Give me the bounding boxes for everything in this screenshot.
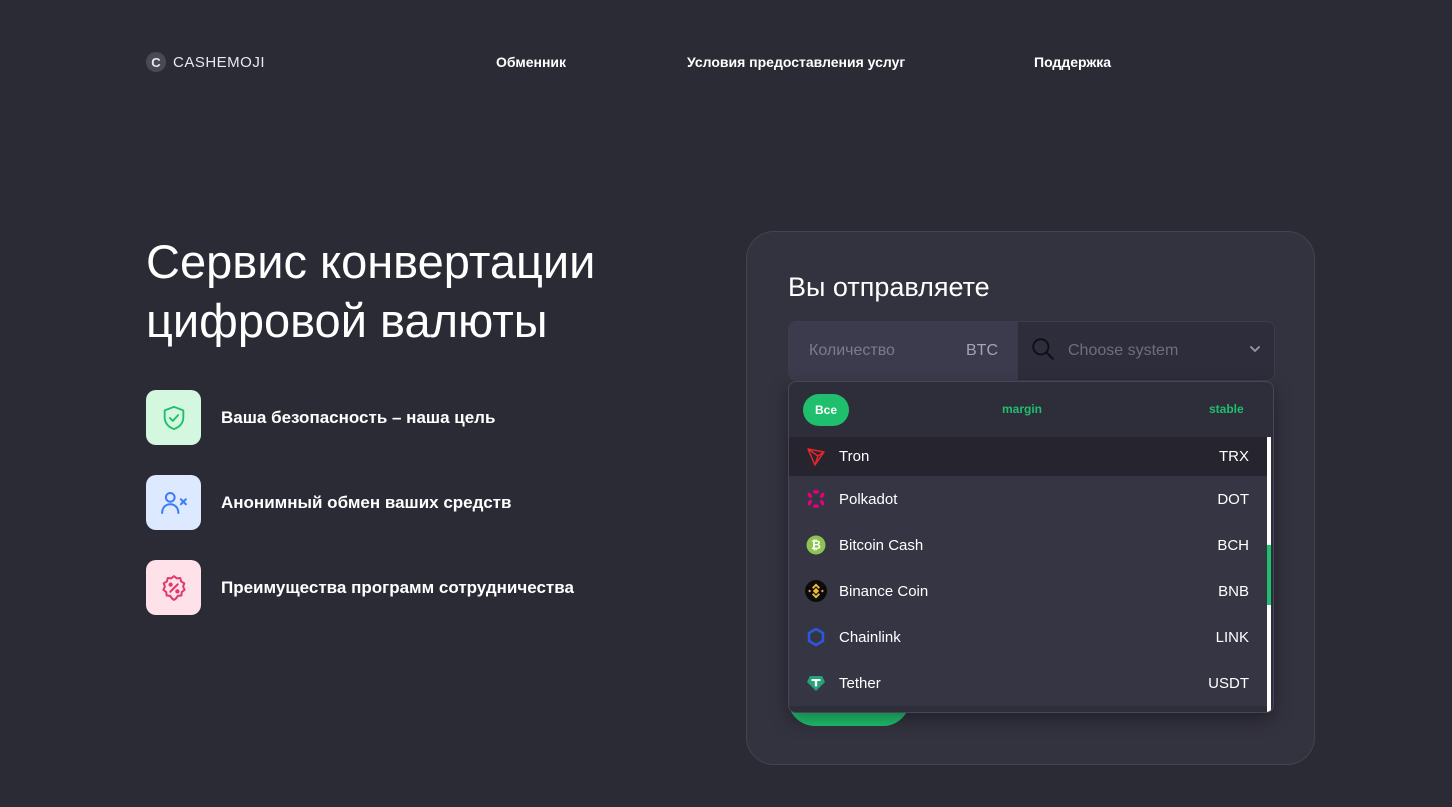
scrollbar-thumb[interactable] — [1267, 545, 1271, 605]
feature-security: Ваша безопасность – наша цель — [146, 390, 495, 445]
coin-option-polkadot[interactable]: Polkadot DOT — [789, 476, 1269, 522]
coin-name: Chainlink — [839, 628, 901, 646]
discount-badge-icon — [146, 560, 201, 615]
feature-anonymous: Анонимный обмен ваших средств — [146, 475, 511, 530]
coin-option-chainlink[interactable]: Chainlink LINK — [789, 614, 1269, 660]
search-icon — [1030, 336, 1056, 367]
filter-margin[interactable]: margin — [1002, 402, 1042, 416]
coin-code: DOT — [1217, 490, 1249, 508]
hero-title: Сервис конвертации цифровой валюты — [146, 232, 706, 350]
coin-name: Bitcoin Cash — [839, 536, 924, 554]
system-dropdown: Все margin stable Tron TRX Polkadot DOT … — [788, 381, 1274, 713]
coin-code: LINK — [1215, 628, 1249, 646]
shield-check-icon — [146, 390, 201, 445]
coin-option-tron[interactable]: Tron TRX — [789, 437, 1269, 476]
send-title: Вы отправляете — [788, 272, 990, 302]
nav-terms[interactable]: Условия предоставления услуг — [687, 54, 905, 70]
coin-code: BCH — [1217, 536, 1249, 554]
coin-code: TRX — [1219, 448, 1249, 465]
nav-exchanger[interactable]: Обменник — [496, 54, 566, 70]
amount-unit: BTC — [966, 342, 998, 359]
coin-option-tether[interactable]: Tether USDT — [789, 660, 1269, 706]
coin-name: Tron — [839, 448, 870, 465]
system-placeholder: Choose system — [1068, 342, 1179, 359]
logo-icon: C — [146, 52, 166, 72]
amount-input[interactable]: Количество BTC — [789, 322, 1018, 380]
user-x-icon — [146, 475, 201, 530]
coin-option-bitcoin-cash[interactable]: ₿ Bitcoin Cash BCH — [789, 522, 1269, 568]
coin-option-binance-coin[interactable]: Binance Coin BNB — [789, 568, 1269, 614]
chevron-down-icon[interactable] — [1248, 342, 1262, 361]
feature-partnership: Преимущества программ сотрудничества — [146, 560, 574, 615]
filter-stable[interactable]: stable — [1209, 402, 1244, 416]
feature-anonymous-text: Анонимный обмен ваших средств — [221, 492, 512, 512]
coin-code: BNB — [1218, 582, 1249, 600]
binance-coin-icon — [805, 580, 827, 602]
coin-code: USDT — [1208, 674, 1249, 692]
filter-all[interactable]: Все — [803, 393, 850, 426]
bitcoin-cash-icon: ₿ — [805, 534, 827, 556]
svg-text:₿: ₿ — [811, 538, 821, 552]
coin-list: Tron TRX Polkadot DOT ₿ Bitcoin Cash BCH… — [789, 437, 1269, 712]
hero-title-line1: Сервис конвертации — [146, 235, 596, 288]
hero-title-line2: цифровой валюты — [146, 294, 548, 347]
filter-tabs: Все margin stable — [789, 382, 1273, 437]
chainlink-icon — [805, 626, 827, 648]
coin-name: Tether — [839, 674, 881, 692]
system-select[interactable]: Choose system — [1018, 322, 1274, 380]
nav-support[interactable]: Поддержка — [1034, 54, 1111, 70]
logo[interactable]: C CASHEMOJI — [146, 52, 265, 72]
logo-text: CASHEMOJI — [173, 53, 266, 71]
amount-placeholder: Количество — [809, 342, 895, 359]
feature-security-text: Ваша безопасность – наша цель — [221, 407, 496, 427]
coin-name: Polkadot — [839, 490, 898, 508]
feature-partnership-text: Преимущества программ сотрудничества — [221, 577, 574, 597]
tron-icon — [805, 446, 827, 468]
send-row: Количество BTC Choose system — [788, 321, 1275, 381]
coin-name: Binance Coin — [839, 582, 929, 600]
tether-icon — [805, 672, 827, 694]
polkadot-icon — [805, 488, 827, 510]
